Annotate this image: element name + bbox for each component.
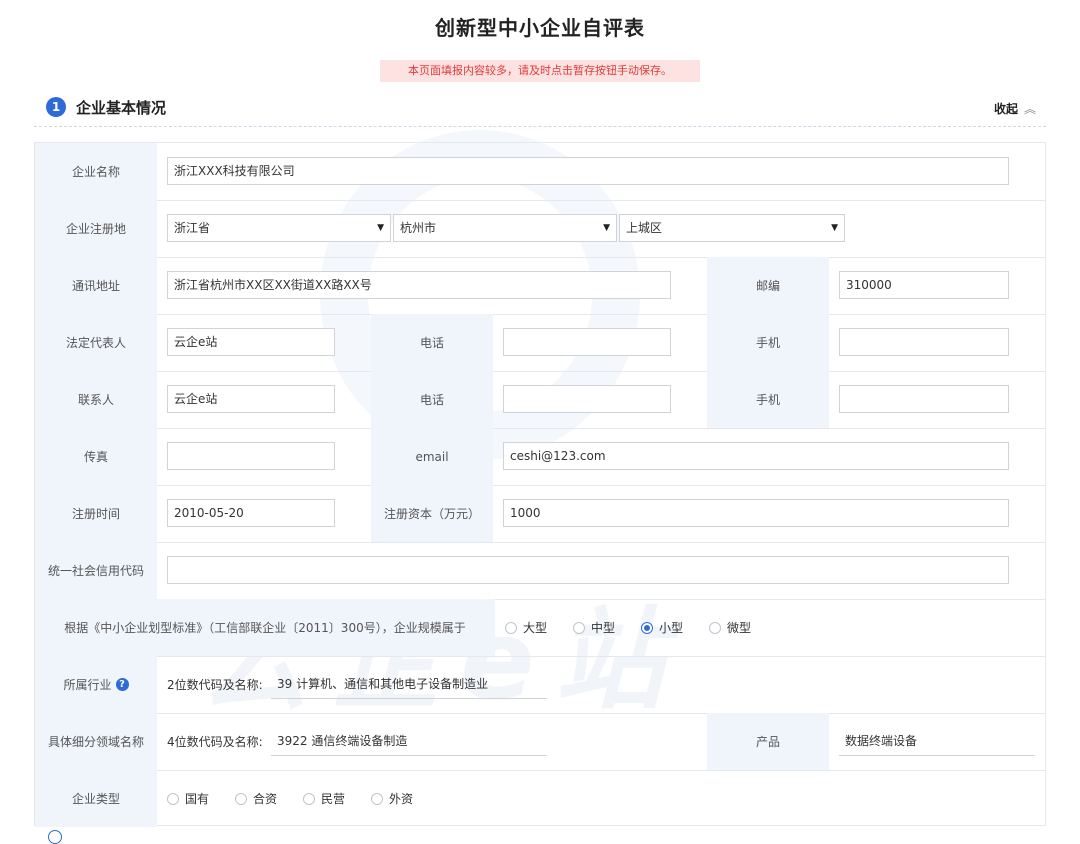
label-email: email <box>371 428 493 485</box>
radio-label: 大型 <box>523 621 548 635</box>
row-legal-rep: 法定代表人 云企e站 电话 手机 <box>35 314 1045 372</box>
collapse-label: 收起 <box>993 102 1018 116</box>
label-registered-place: 企业注册地 <box>35 200 157 257</box>
row-subfield: 具体细分领域名称 4位数代码及名称: 3922 通信终端设备制造 产品 数据终端… <box>35 713 1045 771</box>
section-number-badge: 1 <box>46 97 66 117</box>
address-input[interactable]: 浙江省杭州市XX区XX街道XX路XX号 <box>167 271 671 299</box>
reg-capital-input[interactable]: 1000 <box>503 499 1009 527</box>
label-legal-mobile: 手机 <box>707 314 829 371</box>
scale-option-small[interactable]: 小型 <box>641 619 683 636</box>
contact-phone-input[interactable] <box>503 385 671 413</box>
reg-date-input[interactable]: 2010-05-20 <box>167 499 335 527</box>
radio-label: 外资 <box>389 792 414 806</box>
postcode-input[interactable]: 310000 <box>839 271 1009 299</box>
legal-mobile-input[interactable] <box>839 328 1009 356</box>
company-name-input[interactable]: 浙江XXX科技有限公司 <box>167 157 1009 185</box>
label-legal-phone: 电话 <box>371 314 493 371</box>
type-option-foreign[interactable]: 外资 <box>371 790 413 807</box>
label-company-type: 企业类型 <box>35 770 157 827</box>
row-company-name: 企业名称 浙江XXX科技有限公司 <box>35 143 1045 201</box>
radio-circle-icon <box>709 621 722 634</box>
row-industry: 所属行业? 2位数代码及名称: 39 计算机、通信和其他电子设备制造业 <box>35 656 1045 714</box>
label-product: 产品 <box>707 713 829 770</box>
page-title: 创新型中小企业自评表 <box>435 16 645 40</box>
subfield-field[interactable]: 3922 通信终端设备制造 <box>271 727 547 756</box>
legal-rep-input[interactable]: 云企e站 <box>167 328 335 356</box>
label-contact-phone: 电话 <box>371 371 493 428</box>
row-address: 通讯地址 浙江省杭州市XX区XX街道XX路XX号 邮编 310000 <box>35 257 1045 315</box>
type-option-state[interactable]: 国有 <box>167 790 209 807</box>
city-value: 杭州市 <box>400 221 437 235</box>
radio-selected-icon <box>641 621 654 634</box>
industry-label-text: 所属行业 <box>63 678 112 692</box>
label-address: 通讯地址 <box>35 257 157 314</box>
label-legal-rep: 法定代表人 <box>35 314 157 371</box>
company-type-radio-group: 国有 合资 民营 外资 <box>167 770 439 827</box>
type-option-private[interactable]: 民营 <box>303 790 345 807</box>
row-registration: 注册时间 2010-05-20 注册资本（万元） 1000 <box>35 485 1045 543</box>
province-value: 浙江省 <box>174 221 211 235</box>
label-subfield: 具体细分领域名称 <box>35 713 157 770</box>
help-icon[interactable]: ? <box>115 678 129 691</box>
dropdown-arrow-icon: ▼ <box>377 223 384 233</box>
label-scale: 根据《中小企业划型标准》（工信部联企业〔2011〕300号），企业规模属于 <box>35 599 495 656</box>
scale-option-medium[interactable]: 中型 <box>573 619 615 636</box>
radio-label: 民营 <box>321 792 346 806</box>
section-title: 企业基本情况 <box>76 99 167 117</box>
scale-option-large[interactable]: 大型 <box>505 619 547 636</box>
contact-input[interactable]: 云企e站 <box>167 385 335 413</box>
email-input[interactable]: ceshi@123.com <box>503 442 1009 470</box>
province-select[interactable]: 浙江省 ▼ <box>167 214 391 242</box>
radio-circle-icon <box>235 792 248 805</box>
radio-label: 中型 <box>591 621 616 635</box>
radio-label: 小型 <box>659 621 684 635</box>
legal-phone-input[interactable] <box>503 328 671 356</box>
dropdown-arrow-icon: ▼ <box>831 223 838 233</box>
row-company-type: 企业类型 国有 合资 民营 外资 <box>35 770 1045 827</box>
row-registered-place: 企业注册地 浙江省 ▼ 杭州市 ▼ 上城区 ▼ <box>35 200 1045 258</box>
row-scale: 根据《中小企业划型标准》（工信部联企业〔2011〕300号），企业规模属于 大型… <box>35 599 1045 657</box>
chevron-up-double-icon: ︽ <box>1023 102 1036 116</box>
type-option-jv[interactable]: 合资 <box>235 790 277 807</box>
radio-label: 合资 <box>253 792 278 806</box>
label-contact: 联系人 <box>35 371 157 428</box>
scale-option-micro[interactable]: 微型 <box>709 619 751 636</box>
row-contact: 联系人 云企e站 电话 手机 <box>35 371 1045 429</box>
district-select[interactable]: 上城区 ▼ <box>619 214 845 242</box>
industry-prefix: 2位数代码及名称: <box>167 678 263 692</box>
label-industry: 所属行业? <box>35 656 157 713</box>
radio-label: 国有 <box>185 792 210 806</box>
radio-circle-icon <box>167 792 179 805</box>
next-section-badge-icon <box>48 830 62 844</box>
industry-field[interactable]: 39 计算机、通信和其他电子设备制造业 <box>271 670 547 699</box>
label-reg-capital: 注册资本（万元） <box>371 485 493 542</box>
save-notice: 本页面填报内容较多，请及时点击暂存按钮手动保存。 <box>380 60 700 82</box>
subfield-prefix: 4位数代码及名称: <box>167 735 263 749</box>
label-postcode: 邮编 <box>707 257 829 314</box>
product-field[interactable]: 数据终端设备 <box>839 727 1035 756</box>
label-fax: 传真 <box>35 428 157 485</box>
scale-radio-group: 大型 中型 小型 微型 <box>505 599 777 656</box>
label-contact-mobile: 手机 <box>707 371 829 428</box>
label-reg-date: 注册时间 <box>35 485 157 542</box>
credit-code-input[interactable] <box>167 556 1009 584</box>
city-select[interactable]: 杭州市 ▼ <box>393 214 617 242</box>
collapse-button[interactable]: 收起 ︽ <box>994 100 1036 117</box>
label-credit-code: 统一社会信用代码 <box>35 542 157 599</box>
row-credit-code: 统一社会信用代码 <box>35 542 1045 600</box>
row-fax-email: 传真 email ceshi@123.com <box>35 428 1045 486</box>
fax-input[interactable] <box>167 442 335 470</box>
section-header: 1 企业基本情况 收起 ︽ <box>34 92 1046 127</box>
radio-circle-icon <box>303 792 316 805</box>
label-company-name: 企业名称 <box>35 143 157 200</box>
radio-label: 微型 <box>727 621 752 635</box>
radio-circle-icon <box>371 792 384 805</box>
district-value: 上城区 <box>626 221 663 235</box>
radio-circle-icon <box>505 621 517 634</box>
basic-info-form: 企业名称 浙江XXX科技有限公司 企业注册地 浙江省 ▼ 杭州市 ▼ 上城区 ▼ 通讯… <box>34 142 1046 827</box>
contact-mobile-input[interactable] <box>839 385 1009 413</box>
dropdown-arrow-icon: ▼ <box>603 223 610 233</box>
radio-circle-icon <box>573 621 586 634</box>
